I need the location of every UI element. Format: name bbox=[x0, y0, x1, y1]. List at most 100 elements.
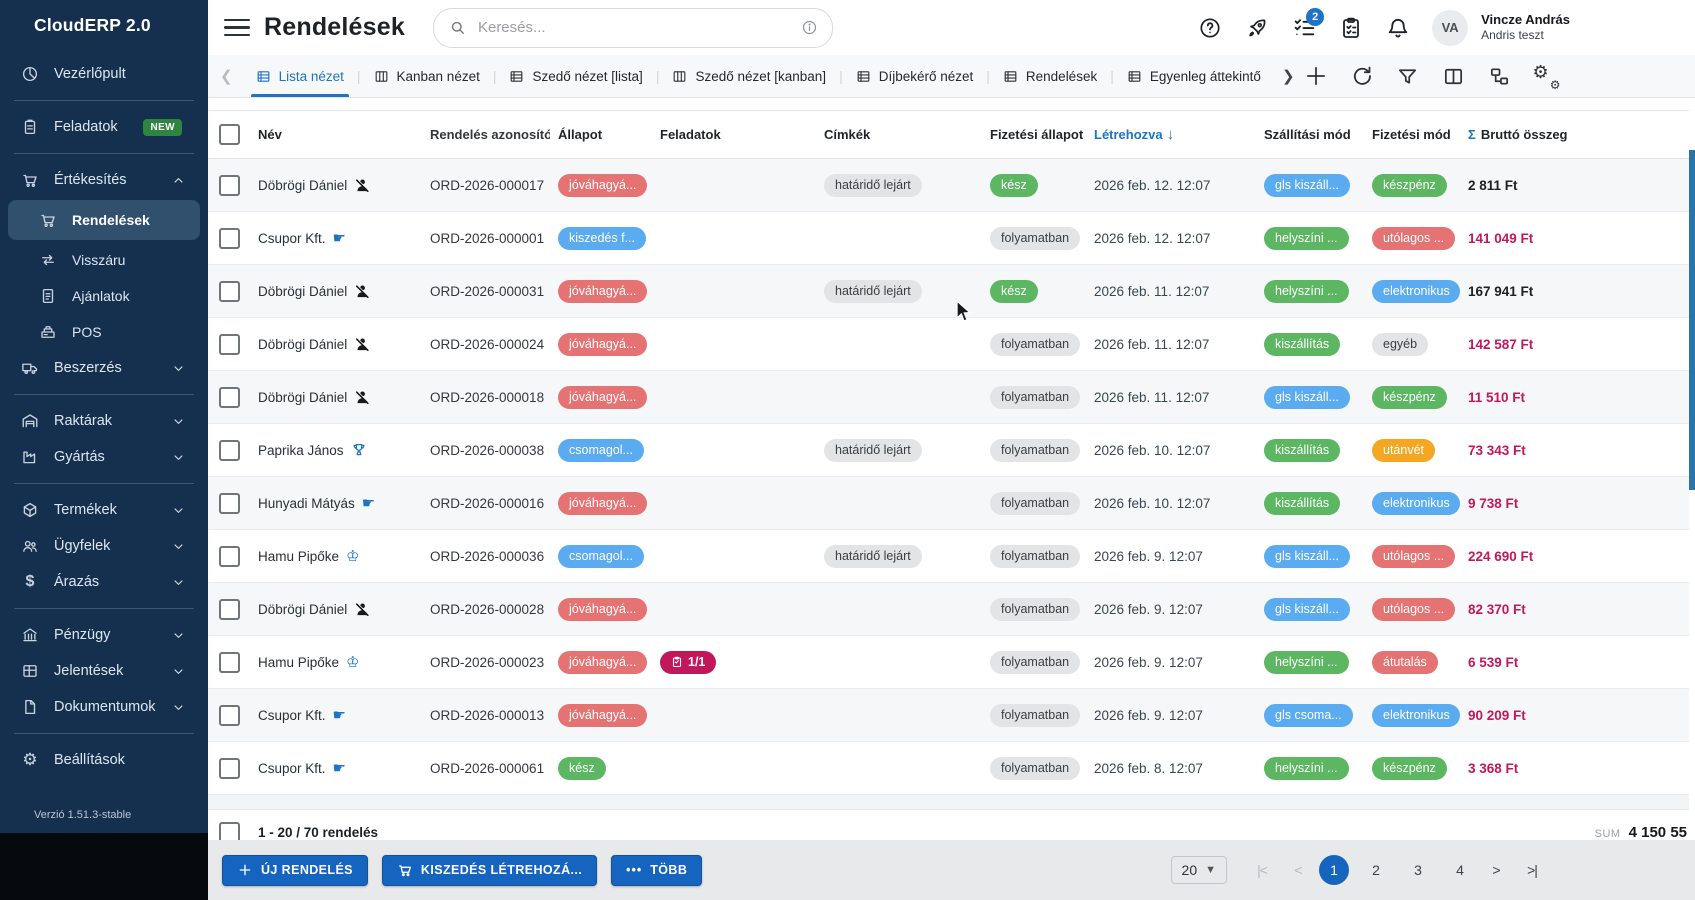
page-button-2[interactable]: 2 bbox=[1361, 855, 1391, 885]
prev-page-button[interactable]: < bbox=[1283, 855, 1313, 885]
table-row[interactable]: Döbrögi Dániel ORD-2026-000024 jóváhagyá… bbox=[208, 318, 1689, 371]
col-header-tasks[interactable]: Feladatok bbox=[652, 127, 816, 142]
sidebar-nav: Vezérlőpult Feladatok NEW Értékesítés Rendel… bbox=[0, 50, 208, 778]
tab-szed-n-zet-kanban-[interactable]: Szedő nézet [kanban] bbox=[659, 55, 839, 97]
col-header-created[interactable]: Létrehozva ↓ bbox=[1086, 126, 1256, 143]
search-info-icon[interactable] bbox=[801, 19, 818, 36]
payment-method-pill: utólagos ... bbox=[1372, 544, 1456, 568]
table-row[interactable]: Csupor Kft. ☛ ORD-2026-000001 kiszedés f.… bbox=[208, 212, 1689, 265]
columns-icon[interactable] bbox=[1441, 63, 1467, 89]
tab-d-jbek-r-n-zet[interactable]: Díjbekérő nézet bbox=[843, 55, 987, 97]
col-header-status[interactable]: Állapot bbox=[550, 127, 652, 142]
col-header-payment-method[interactable]: Fizetési mód bbox=[1364, 127, 1460, 142]
table-row[interactable]: Döbrögi Dániel ORD-2026-000017 jóváhagyá… bbox=[208, 159, 1689, 212]
sidebar-item-p-nz-gy[interactable]: Pénzügy bbox=[0, 617, 208, 653]
filter-icon[interactable] bbox=[1395, 63, 1421, 89]
last-page-button[interactable]: >| bbox=[1517, 855, 1547, 885]
col-header-shipping[interactable]: Szállítási mód bbox=[1256, 127, 1364, 142]
tab-egyenleg-ttekint-[interactable]: Egyenleg áttekintő bbox=[1114, 55, 1274, 97]
table-row[interactable]: Döbrögi Dániel ORD-2026-000031 jóváhagyá… bbox=[208, 265, 1689, 318]
finance-icon bbox=[20, 625, 40, 645]
next-page-button[interactable]: > bbox=[1481, 855, 1511, 885]
help-icon[interactable] bbox=[1197, 15, 1223, 41]
table-row[interactable]: Csupor Kft. ☛ ORD-2026-000013 jóváhagyá..… bbox=[208, 689, 1689, 742]
more-button[interactable]: ••• TÖBB bbox=[611, 854, 703, 886]
table-row[interactable]: Döbrögi Dániel ORD-2026-000028 jóváhagyá… bbox=[208, 583, 1689, 636]
row-checkbox[interactable] bbox=[218, 227, 240, 249]
sidebar-item-be-ll-t-sok[interactable]: ⚙ Beállítások bbox=[0, 742, 208, 778]
sidebar-item-vez-rl-pult[interactable]: Vezérlőpult bbox=[0, 56, 208, 92]
cell-payment-method: egyéb bbox=[1364, 332, 1460, 356]
row-checkbox[interactable] bbox=[218, 757, 240, 779]
sidebar-item--rt-kes-t-s[interactable]: Értékesítés bbox=[0, 162, 208, 198]
clipboard-icon[interactable] bbox=[1338, 15, 1364, 41]
page-button-1[interactable]: 1 bbox=[1319, 855, 1349, 885]
sidebar-item--raz-s[interactable]: $ Árazás bbox=[0, 564, 208, 600]
row-checkbox[interactable] bbox=[218, 386, 240, 408]
vertical-scrollbar[interactable] bbox=[1689, 150, 1695, 490]
row-checkbox[interactable] bbox=[218, 333, 240, 355]
search-input[interactable] bbox=[475, 18, 801, 37]
col-header-gross-total[interactable]: Σ Bruttó összeg bbox=[1460, 127, 1689, 142]
sidebar-item-beszerz-s[interactable]: Beszerzés bbox=[0, 350, 208, 386]
sidebar-item-jelent-sek[interactable]: Jelentések bbox=[0, 653, 208, 689]
add-view-icon[interactable] bbox=[1303, 63, 1329, 89]
row-checkbox[interactable] bbox=[218, 280, 240, 302]
sidebar-item-feladatok[interactable]: Feladatok NEW bbox=[0, 109, 208, 145]
row-checkbox[interactable] bbox=[218, 545, 240, 567]
sidebar-item--gyfelek[interactable]: Ügyfelek bbox=[0, 528, 208, 564]
page-size-select[interactable]: 20 ▼ bbox=[1170, 856, 1227, 884]
new-order-button[interactable]: ÚJ RENDELÉS bbox=[222, 854, 368, 886]
col-header-order-id[interactable]: Rendelés azonosító bbox=[422, 127, 550, 142]
sidebar-item-rakt-rak[interactable]: Raktárak bbox=[0, 403, 208, 439]
sidebar-item-pos[interactable]: POS bbox=[0, 314, 208, 350]
sidebar-item-gy-rt-s[interactable]: Gyártás bbox=[0, 439, 208, 475]
refresh-icon[interactable] bbox=[1349, 63, 1375, 89]
table-row[interactable]: Döbrögi Dániel ORD-2026-000018 jóváhagyá… bbox=[208, 371, 1689, 424]
hamburger-menu-icon[interactable] bbox=[224, 18, 250, 37]
first-page-button[interactable]: |< bbox=[1247, 855, 1277, 885]
row-checkbox[interactable] bbox=[218, 651, 240, 673]
sidebar-item-aj-nlatok[interactable]: Ajánlatok bbox=[0, 278, 208, 314]
tab-rendel-sek[interactable]: Rendelések bbox=[990, 55, 1110, 97]
table-row[interactable]: Hamu Pipőke ♔ ORD-2026-000023 jóváhagyá..… bbox=[208, 636, 1689, 689]
col-header-name[interactable]: Név bbox=[250, 127, 422, 142]
cell-shipping: kiszállítás bbox=[1256, 491, 1364, 515]
rocket-icon[interactable] bbox=[1244, 15, 1270, 41]
bell-icon[interactable] bbox=[1385, 15, 1411, 41]
search-box[interactable] bbox=[432, 7, 833, 48]
tab-scroll-right-icon[interactable]: ❯ bbox=[1282, 67, 1295, 85]
row-checkbox[interactable] bbox=[218, 492, 240, 514]
table-row[interactable]: Paprika János ORD-2026-000038 csomagol..… bbox=[208, 424, 1689, 477]
cell-tags: határidő lejárt bbox=[816, 173, 982, 197]
tab-scroll-left-icon[interactable]: ❮ bbox=[220, 67, 233, 85]
cell-payment-status: folyamatban bbox=[982, 385, 1086, 409]
col-header-payment-status[interactable]: Fizetési állapot bbox=[982, 127, 1086, 142]
sidebar-item-dokumentumok[interactable]: Dokumentumok bbox=[0, 689, 208, 725]
table-row[interactable]: Hamu Pipőke ♔ ORD-2026-000036 csomagol...… bbox=[208, 530, 1689, 583]
row-checkbox[interactable] bbox=[218, 598, 240, 620]
group-structure-icon[interactable] bbox=[1487, 63, 1513, 89]
table-row[interactable]: Hunyadi Mátyás ☛ ORD-2026-000016 jóváhagy… bbox=[208, 477, 1689, 530]
create-picking-button[interactable]: KISZEDÉS LÉTREHOZÁ... bbox=[381, 854, 598, 886]
row-checkbox[interactable] bbox=[218, 439, 240, 461]
page-button-4[interactable]: 4 bbox=[1445, 855, 1475, 885]
tab-kanban-n-zet[interactable]: Kanban nézet bbox=[361, 55, 493, 97]
col-header-tags[interactable]: Címkék bbox=[816, 127, 982, 142]
cell-shipping: helyszíni ... bbox=[1256, 226, 1364, 250]
select-all-checkbox[interactable] bbox=[218, 124, 240, 145]
tab-szed-n-zet-lista-[interactable]: Szedő nézet [lista] bbox=[496, 55, 655, 97]
tab-lista-n-zet[interactable]: Lista nézet bbox=[243, 55, 357, 97]
sidebar-item-term-kek[interactable]: Termékek bbox=[0, 492, 208, 528]
sidebar-item-vissz-ru[interactable]: Visszáru bbox=[0, 242, 208, 278]
table-settings-icon[interactable]: ⚙ ⚙ bbox=[1533, 63, 1561, 91]
page-button-3[interactable]: 3 bbox=[1403, 855, 1433, 885]
table-row[interactable]: Csupor Kft. ☛ ORD-2026-000061 kész folyam… bbox=[208, 742, 1689, 795]
row-checkbox[interactable] bbox=[218, 174, 240, 196]
checklist-icon[interactable]: 2 bbox=[1291, 7, 1325, 41]
cell-gross-total: 3 368 Ft bbox=[1468, 760, 1519, 776]
user-avatar[interactable]: VA bbox=[1432, 9, 1469, 46]
user-info[interactable]: Vincze András Andris teszt bbox=[1481, 12, 1570, 43]
sidebar-item-rendel-sek[interactable]: Rendelések bbox=[8, 200, 200, 240]
row-checkbox[interactable] bbox=[218, 704, 240, 726]
